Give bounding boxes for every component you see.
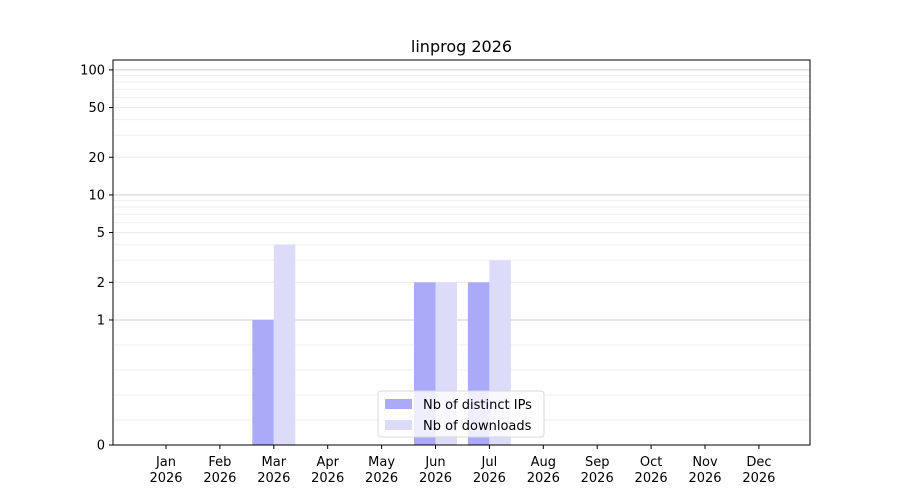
x-tick-label-month: May	[368, 455, 395, 470]
bar-downloads	[273, 244, 296, 445]
x-tick-label-year: 2026	[419, 471, 452, 486]
x-tick-label-year: 2026	[311, 471, 344, 486]
legend-swatch	[385, 399, 412, 409]
bar-chart: linprog 2026 0125102050100 Jan2026Feb202…	[0, 0, 900, 500]
x-tick-label-year: 2026	[473, 471, 506, 486]
y-tick-label: 1	[97, 313, 105, 328]
legend-label: Nb of downloads	[423, 419, 532, 434]
x-tick-label-month: Jan	[155, 455, 176, 470]
y-tick-label: 50	[88, 101, 105, 116]
y-tick-label: 100	[80, 63, 105, 78]
y-tick-label: 20	[88, 151, 105, 166]
y-tick-label: 5	[97, 226, 105, 241]
x-tick-label-month: Dec	[746, 455, 771, 470]
x-tick-label-year: 2026	[581, 471, 614, 486]
legend: Nb of distinct IPs Nb of downloads	[377, 390, 545, 438]
x-tick-label-month: Oct	[640, 455, 662, 470]
x-tick-label-year: 2026	[635, 471, 668, 486]
legend-swatch	[385, 420, 412, 430]
chart-title: linprog 2026	[411, 37, 512, 56]
legend-label: Nb of distinct IPs	[423, 398, 532, 413]
x-tick-label-month: Mar	[262, 455, 287, 470]
y-tick-label: 10	[88, 188, 105, 203]
x-tick-label-month: Feb	[208, 455, 231, 470]
x-tick-label-month: Jun	[424, 455, 445, 470]
x-tick-label-month: Aug	[531, 455, 556, 470]
x-tick-label-month: Nov	[692, 455, 718, 470]
x-tick-label-year: 2026	[149, 471, 182, 486]
bar-distinct-ips	[252, 319, 274, 445]
y-tick-label: 2	[97, 276, 105, 291]
x-tick-label-month: Jul	[481, 455, 498, 470]
x-tick-label-month: Sep	[585, 455, 610, 470]
x-tick-label-year: 2026	[742, 471, 775, 486]
x-tick-label-month: Apr	[316, 455, 339, 470]
x-tick-label-year: 2026	[365, 471, 398, 486]
x-tick-label-year: 2026	[257, 471, 290, 486]
y-tick-label: 0	[97, 439, 105, 454]
x-tick-label-year: 2026	[688, 471, 721, 486]
x-tick-label-year: 2026	[527, 471, 560, 486]
x-tick-label-year: 2026	[203, 471, 236, 486]
